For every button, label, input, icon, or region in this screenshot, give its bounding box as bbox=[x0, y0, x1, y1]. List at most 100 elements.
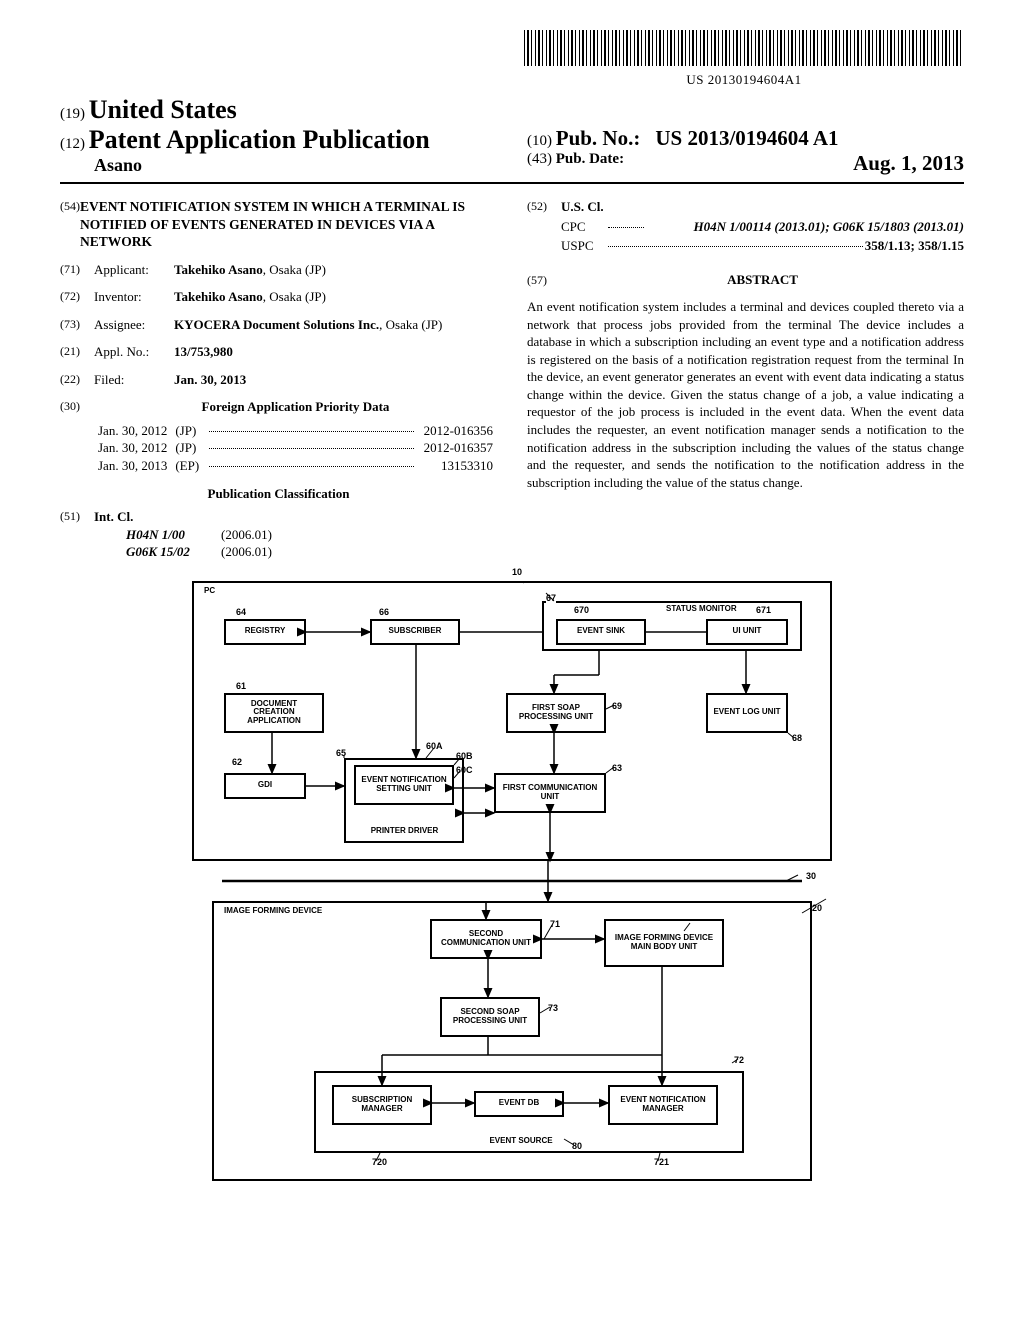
table-row: Jan. 30, 2013 (EP) 13153310 bbox=[94, 457, 497, 475]
uscl-label: U.S. Cl. bbox=[561, 199, 604, 214]
ref-721: 721 bbox=[654, 1157, 669, 1167]
abstract-text: An event notification system includes a … bbox=[527, 298, 964, 491]
pub-classification-heading: Publication Classification bbox=[60, 485, 497, 503]
ref-61: 61 bbox=[236, 681, 246, 691]
ref-720: 720 bbox=[372, 1157, 387, 1167]
doc-creation-box: DOCUMENT CREATION APPLICATION bbox=[224, 693, 324, 733]
registry-box: REGISTRY bbox=[224, 619, 306, 645]
applicant-loc: , Osaka (JP) bbox=[263, 262, 326, 277]
priority-date: Jan. 30, 2012 bbox=[94, 422, 171, 440]
priority-num: 13153310 bbox=[420, 457, 497, 475]
document-type: Patent Application Publication bbox=[89, 125, 430, 154]
event-log-box: EVENT LOG UNIT bbox=[706, 693, 788, 733]
event-db-box: EVENT DB bbox=[474, 1091, 564, 1117]
event-notif-setting-box: EVENT NOTIFICATION SETTING UNIT bbox=[354, 765, 454, 805]
pub-no-value: US 2013/0194604 A1 bbox=[655, 126, 838, 150]
table-row: Jan. 30, 2012 (JP) 2012-016356 bbox=[94, 422, 497, 440]
event-notif-mgr-box: EVENT NOTIFICATION MANAGER bbox=[608, 1085, 718, 1125]
pub-date-label: Pub. Date: bbox=[556, 151, 624, 167]
code-73: (73) bbox=[60, 316, 94, 334]
ref-62: 62 bbox=[232, 757, 242, 767]
printer-driver-label: PRINTER DRIVER bbox=[352, 825, 457, 838]
intcl-label: Int. Cl. bbox=[94, 509, 133, 524]
code-57: (57) bbox=[527, 272, 561, 288]
figure-diagram: 10 PC STATUS MONITOR 64 REGISTRY 66 SUBS… bbox=[192, 581, 832, 1181]
pub-no-label: Pub. No.: bbox=[556, 126, 641, 150]
ref-30: 30 bbox=[806, 871, 816, 881]
priority-date: Jan. 30, 2012 bbox=[94, 439, 171, 457]
ref-63: 63 bbox=[612, 763, 622, 773]
ref-60A: 60A bbox=[426, 741, 443, 751]
code-43: (43) bbox=[527, 151, 552, 167]
intcl-version: (2006.01) bbox=[221, 526, 272, 544]
subscription-mgr-box: SUBSCRIPTION MANAGER bbox=[332, 1085, 432, 1125]
invention-title: EVENT NOTIFICATION SYSTEM IN WHICH A TER… bbox=[80, 198, 497, 251]
code-30: (30) bbox=[60, 398, 94, 416]
ref-68: 68 bbox=[792, 733, 802, 743]
event-source-label: EVENT SOURCE bbox=[476, 1135, 566, 1148]
code-72: (72) bbox=[60, 288, 94, 306]
priority-date: Jan. 30, 2013 bbox=[94, 457, 171, 475]
filed-label: Filed: bbox=[94, 371, 174, 389]
abstract-heading: ABSTRACT bbox=[561, 271, 964, 289]
priority-country: (EP) bbox=[171, 457, 203, 475]
code-12: (12) bbox=[60, 136, 85, 152]
ref-20: 20 bbox=[812, 903, 822, 913]
country-name: United States bbox=[89, 95, 237, 124]
ref-72: 72 bbox=[734, 1055, 744, 1065]
priority-country: (JP) bbox=[171, 439, 203, 457]
intcl-symbol: G06K 15/02 bbox=[94, 543, 221, 561]
barcode-label: US 20130194604A1 bbox=[686, 72, 801, 87]
code-52: (52) bbox=[527, 198, 561, 216]
event-sink-box: EVENT SINK bbox=[556, 619, 646, 645]
ref-671: 671 bbox=[756, 605, 771, 615]
ref-65: 65 bbox=[336, 748, 346, 758]
cpc-label: CPC bbox=[561, 218, 606, 236]
assignee-loc: , Osaka (JP) bbox=[379, 317, 442, 332]
inventor-loc: , Osaka (JP) bbox=[263, 289, 326, 304]
ref-10: 10 bbox=[512, 567, 522, 577]
ifd-main-box: IMAGE FORMING DEVICE MAIN BODY UNIT bbox=[604, 919, 724, 967]
ref-71: 71 bbox=[550, 919, 560, 929]
filed-value: Jan. 30, 2013 bbox=[174, 372, 246, 387]
code-71: (71) bbox=[60, 261, 94, 279]
barcode-area: US 20130194604A1 bbox=[60, 30, 964, 89]
table-row: Jan. 30, 2012 (JP) 2012-016357 bbox=[94, 439, 497, 457]
code-21: (21) bbox=[60, 343, 94, 361]
appl-no-value: 13/753,980 bbox=[174, 344, 233, 359]
divider bbox=[60, 182, 964, 184]
second-soap-box: SECOND SOAP PROCESSING UNIT bbox=[440, 997, 540, 1037]
priority-country: (JP) bbox=[171, 422, 203, 440]
barcode-bars bbox=[524, 30, 964, 66]
ref-66: 66 bbox=[379, 607, 389, 617]
priority-table: Jan. 30, 2012 (JP) 2012-016356 Jan. 30, … bbox=[94, 422, 497, 475]
author-surname: Asano bbox=[60, 155, 497, 176]
status-monitor-label: STATUS MONITOR bbox=[662, 603, 741, 616]
uspc-value: 358/1.13; 358/1.15 bbox=[865, 238, 964, 253]
code-10: (10) bbox=[527, 133, 552, 149]
image-forming-device-box: IMAGE FORMING DEVICE 71 SECOND COMMUNICA… bbox=[212, 901, 812, 1181]
inventor-label: Inventor: bbox=[94, 288, 174, 306]
applicant-label: Applicant: bbox=[94, 261, 174, 279]
code-22: (22) bbox=[60, 371, 94, 389]
assignee-label: Assignee: bbox=[94, 316, 174, 334]
ref-670: 670 bbox=[574, 605, 589, 615]
appl-no-label: Appl. No.: bbox=[94, 343, 174, 361]
priority-num: 2012-016357 bbox=[420, 439, 497, 457]
gdi-box: GDI bbox=[224, 773, 306, 799]
code-54: (54) bbox=[60, 198, 80, 251]
priority-heading: Foreign Application Priority Data bbox=[94, 398, 497, 416]
pc-box: PC STATUS MONITOR 64 REGISTRY 66 SUBSCRI… bbox=[192, 581, 832, 861]
ifd-title: IMAGE FORMING DEVICE bbox=[220, 905, 330, 918]
ref-64: 64 bbox=[236, 607, 246, 617]
pub-date-value: Aug. 1, 2013 bbox=[853, 151, 964, 176]
code-19: (19) bbox=[60, 106, 85, 122]
inventor-name: Takehiko Asano bbox=[174, 289, 263, 304]
pc-title: PC bbox=[200, 585, 219, 598]
ui-unit-box: UI UNIT bbox=[706, 619, 788, 645]
applicant-name: Takehiko Asano bbox=[174, 262, 263, 277]
ref-80: 80 bbox=[572, 1141, 582, 1151]
first-comm-box: FIRST COMMUNICATION UNIT bbox=[494, 773, 606, 813]
first-soap-box: FIRST SOAP PROCESSING UNIT bbox=[506, 693, 606, 733]
intcl-version: (2006.01) bbox=[221, 543, 272, 561]
